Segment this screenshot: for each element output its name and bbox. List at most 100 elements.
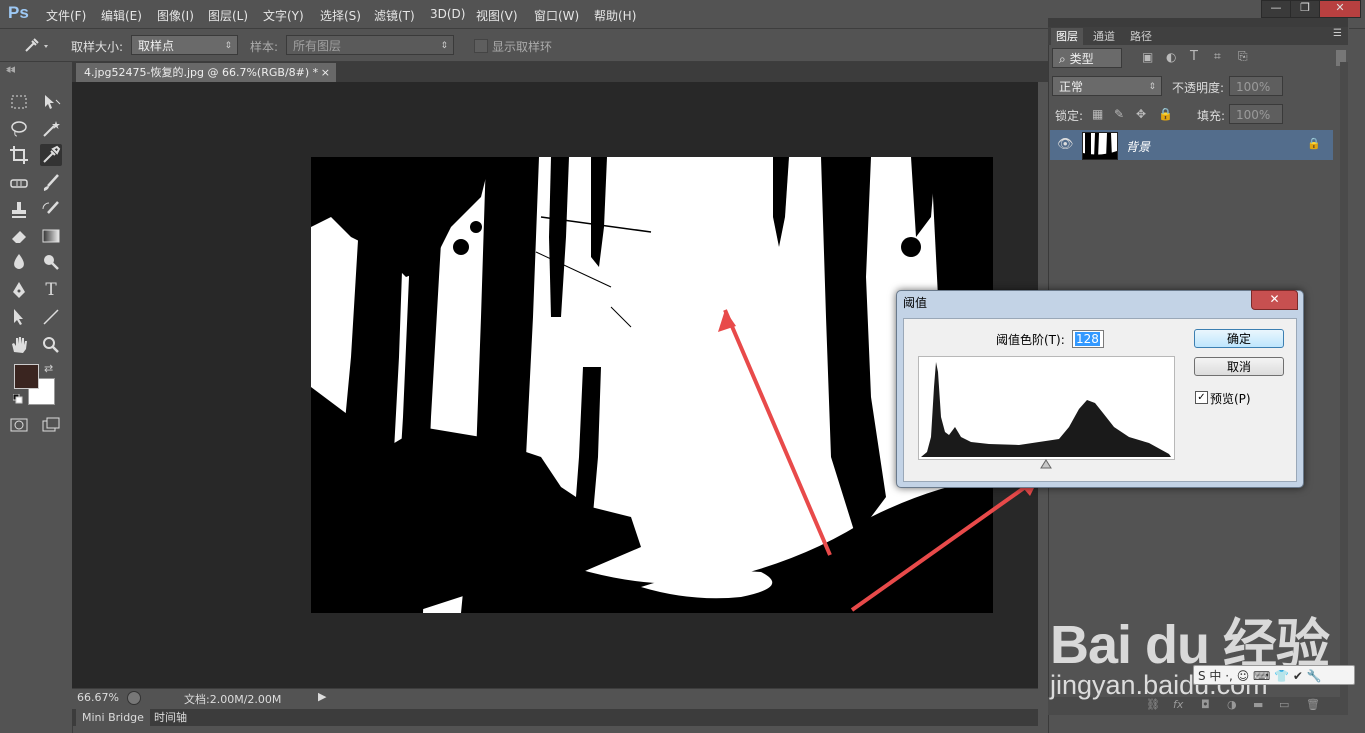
brush-tool-icon[interactable] [40, 172, 62, 194]
gradient-tool-icon[interactable] [40, 225, 62, 247]
status-menu-arrow-icon[interactable]: ▶ [318, 690, 326, 703]
menu-view[interactable]: 视图(V) [476, 7, 518, 24]
marquee-tool-icon[interactable] [8, 91, 30, 113]
dodge-tool-icon[interactable] [40, 251, 62, 273]
close-tab-icon[interactable]: × [321, 63, 330, 82]
bottom-panel-bar [72, 709, 1038, 726]
type-tool-icon[interactable]: T [40, 279, 62, 301]
hand-tool-icon[interactable] [8, 334, 30, 356]
layer-filter-value: 类型 [1069, 52, 1094, 66]
status-info-icon[interactable] [127, 691, 141, 705]
annotation-arrow-center [723, 309, 832, 556]
threshold-slider-handle[interactable] [1040, 458, 1052, 469]
lock-transparent-icon[interactable]: ▦ [1092, 107, 1103, 121]
healing-brush-tool-icon[interactable] [8, 172, 30, 194]
eye-visibility-icon[interactable]: 👁 [1057, 137, 1074, 152]
preview-checkbox[interactable]: ✓ [1195, 391, 1208, 404]
document-info: 文档:2.00M/2.00M [184, 693, 282, 706]
opacity-value: 100% [1236, 80, 1271, 94]
zoom-tool-icon[interactable] [40, 334, 62, 356]
menu-filter[interactable]: 滤镜(T) [374, 7, 415, 24]
eyedropper-tool-icon[interactable] [40, 144, 62, 166]
blur-tool-icon[interactable] [8, 251, 30, 273]
photoshop-logo: Ps [8, 3, 29, 22]
dialog-title: 阈值 [903, 296, 928, 310]
trash-icon[interactable]: 🗑 [1306, 698, 1320, 711]
clone-stamp-tool-icon[interactable] [8, 199, 30, 221]
opacity-input[interactable]: 100% [1229, 76, 1283, 96]
filter-smart-object-icon[interactable]: ⎘ [1238, 49, 1248, 64]
panel-menu-icon[interactable]: ☰ [1333, 28, 1342, 39]
ime-toolbar[interactable]: S 中 ·, ☺ ⌨ 👕 ✔ 🔧 [1193, 665, 1355, 685]
chevron-updown-icon: ⇕ [1148, 82, 1156, 92]
show-ring-checkbox[interactable] [474, 39, 488, 53]
lock-position-icon[interactable]: ✥ [1136, 107, 1146, 121]
lock-image-icon[interactable]: ✎ [1114, 107, 1124, 121]
document-tab-title: 4.jpg52475-恢复的.jpg @ 66.7%(RGB/8#) * [84, 66, 319, 79]
lock-all-icon[interactable]: 🔒 [1158, 107, 1173, 121]
sample-size-label: 取样大小: [71, 40, 124, 54]
menu-file[interactable]: 文件(F) [46, 7, 86, 24]
chevron-updown-icon: ⇕ [224, 41, 232, 51]
filter-type-icon[interactable]: T [1190, 49, 1198, 64]
maximize-button[interactable]: ❐ [1290, 0, 1320, 18]
document-tab[interactable]: 4.jpg52475-恢复的.jpg @ 66.7%(RGB/8#) * × [76, 63, 336, 82]
threshold-level-input[interactable]: 128 [1072, 330, 1104, 348]
tab-layers[interactable]: 图层 [1051, 28, 1083, 45]
filter-adjustment-icon[interactable]: ◐ [1166, 50, 1176, 64]
sample-select[interactable]: 所有图层 ⇕ [286, 35, 454, 55]
dialog-close-button[interactable]: ✕ [1251, 290, 1298, 310]
menu-type[interactable]: 文字(Y) [263, 7, 304, 24]
screen-mode-icon[interactable] [40, 414, 62, 436]
foreground-color-swatch[interactable] [14, 364, 39, 389]
history-brush-tool-icon[interactable] [40, 199, 62, 221]
menu-window[interactable]: 窗口(W) [534, 7, 579, 24]
minimize-button[interactable]: — [1261, 0, 1291, 18]
tab-channels[interactable]: 通道 [1088, 28, 1120, 45]
window-close-button[interactable]: ✕ [1319, 0, 1361, 18]
opacity-label: 不透明度: [1172, 81, 1225, 95]
menu-help[interactable]: 帮助(H) [594, 7, 636, 24]
menu-edit[interactable]: 编辑(E) [101, 7, 142, 24]
layer-lock-icon: 🔒 [1307, 137, 1321, 150]
default-colors-icon[interactable] [12, 393, 23, 404]
blend-mode-select[interactable]: 正常 ⇕ [1052, 76, 1162, 96]
eyedropper-preset-icon[interactable] [22, 35, 52, 55]
quick-mask-icon[interactable] [8, 414, 30, 436]
sample-size-value: 取样点 [138, 39, 175, 53]
filter-shape-icon[interactable]: ⌗ [1214, 49, 1221, 64]
cancel-button[interactable]: 取消 [1194, 357, 1284, 376]
move-tool-icon[interactable] [40, 91, 62, 113]
eraser-tool-icon[interactable] [8, 225, 30, 247]
threshold-level-label: 阈值色阶(T): [996, 333, 1065, 347]
fill-input[interactable]: 100% [1229, 104, 1283, 124]
lasso-tool-icon[interactable] [8, 118, 30, 140]
magic-wand-tool-icon[interactable] [40, 118, 62, 140]
new-layer-icon[interactable]: ▭ [1279, 698, 1289, 711]
annotation-arrow-slider [850, 476, 1040, 612]
ok-button[interactable]: 确定 [1194, 329, 1284, 348]
layer-filter-select[interactable]: ⌕ 类型 [1052, 48, 1122, 68]
menu-image[interactable]: 图像(I) [157, 7, 194, 24]
lock-label: 锁定: [1055, 109, 1084, 123]
panel-collapse-left-icon[interactable]: ◂◂ [6, 64, 15, 74]
crop-tool-icon[interactable] [8, 144, 30, 166]
tab-paths[interactable]: 路径 [1125, 28, 1157, 45]
blend-mode-value: 正常 [1059, 80, 1084, 94]
line-tool-icon[interactable] [40, 306, 62, 328]
histogram[interactable] [918, 356, 1175, 460]
layer-name[interactable]: 背景 [1126, 138, 1150, 155]
sample-label: 样本: [250, 40, 279, 54]
filter-pixel-icon[interactable]: ▣ [1142, 50, 1153, 64]
menu-3d[interactable]: 3D(D) [430, 7, 465, 21]
sample-size-select[interactable]: 取样点 ⇕ [131, 35, 238, 55]
tab-timeline[interactable]: 时间轴 [148, 709, 193, 726]
pen-tool-icon[interactable] [8, 279, 30, 301]
menu-layer[interactable]: 图层(L) [208, 7, 248, 24]
tab-mini-bridge[interactable]: Mini Bridge [76, 709, 150, 726]
swap-colors-icon[interactable]: ⇄ [44, 362, 53, 375]
path-selection-tool-icon[interactable] [8, 306, 30, 328]
panel-scrollbar[interactable] [1340, 62, 1348, 702]
zoom-level[interactable]: 66.67% [77, 691, 119, 704]
menu-select[interactable]: 选择(S) [320, 7, 361, 24]
